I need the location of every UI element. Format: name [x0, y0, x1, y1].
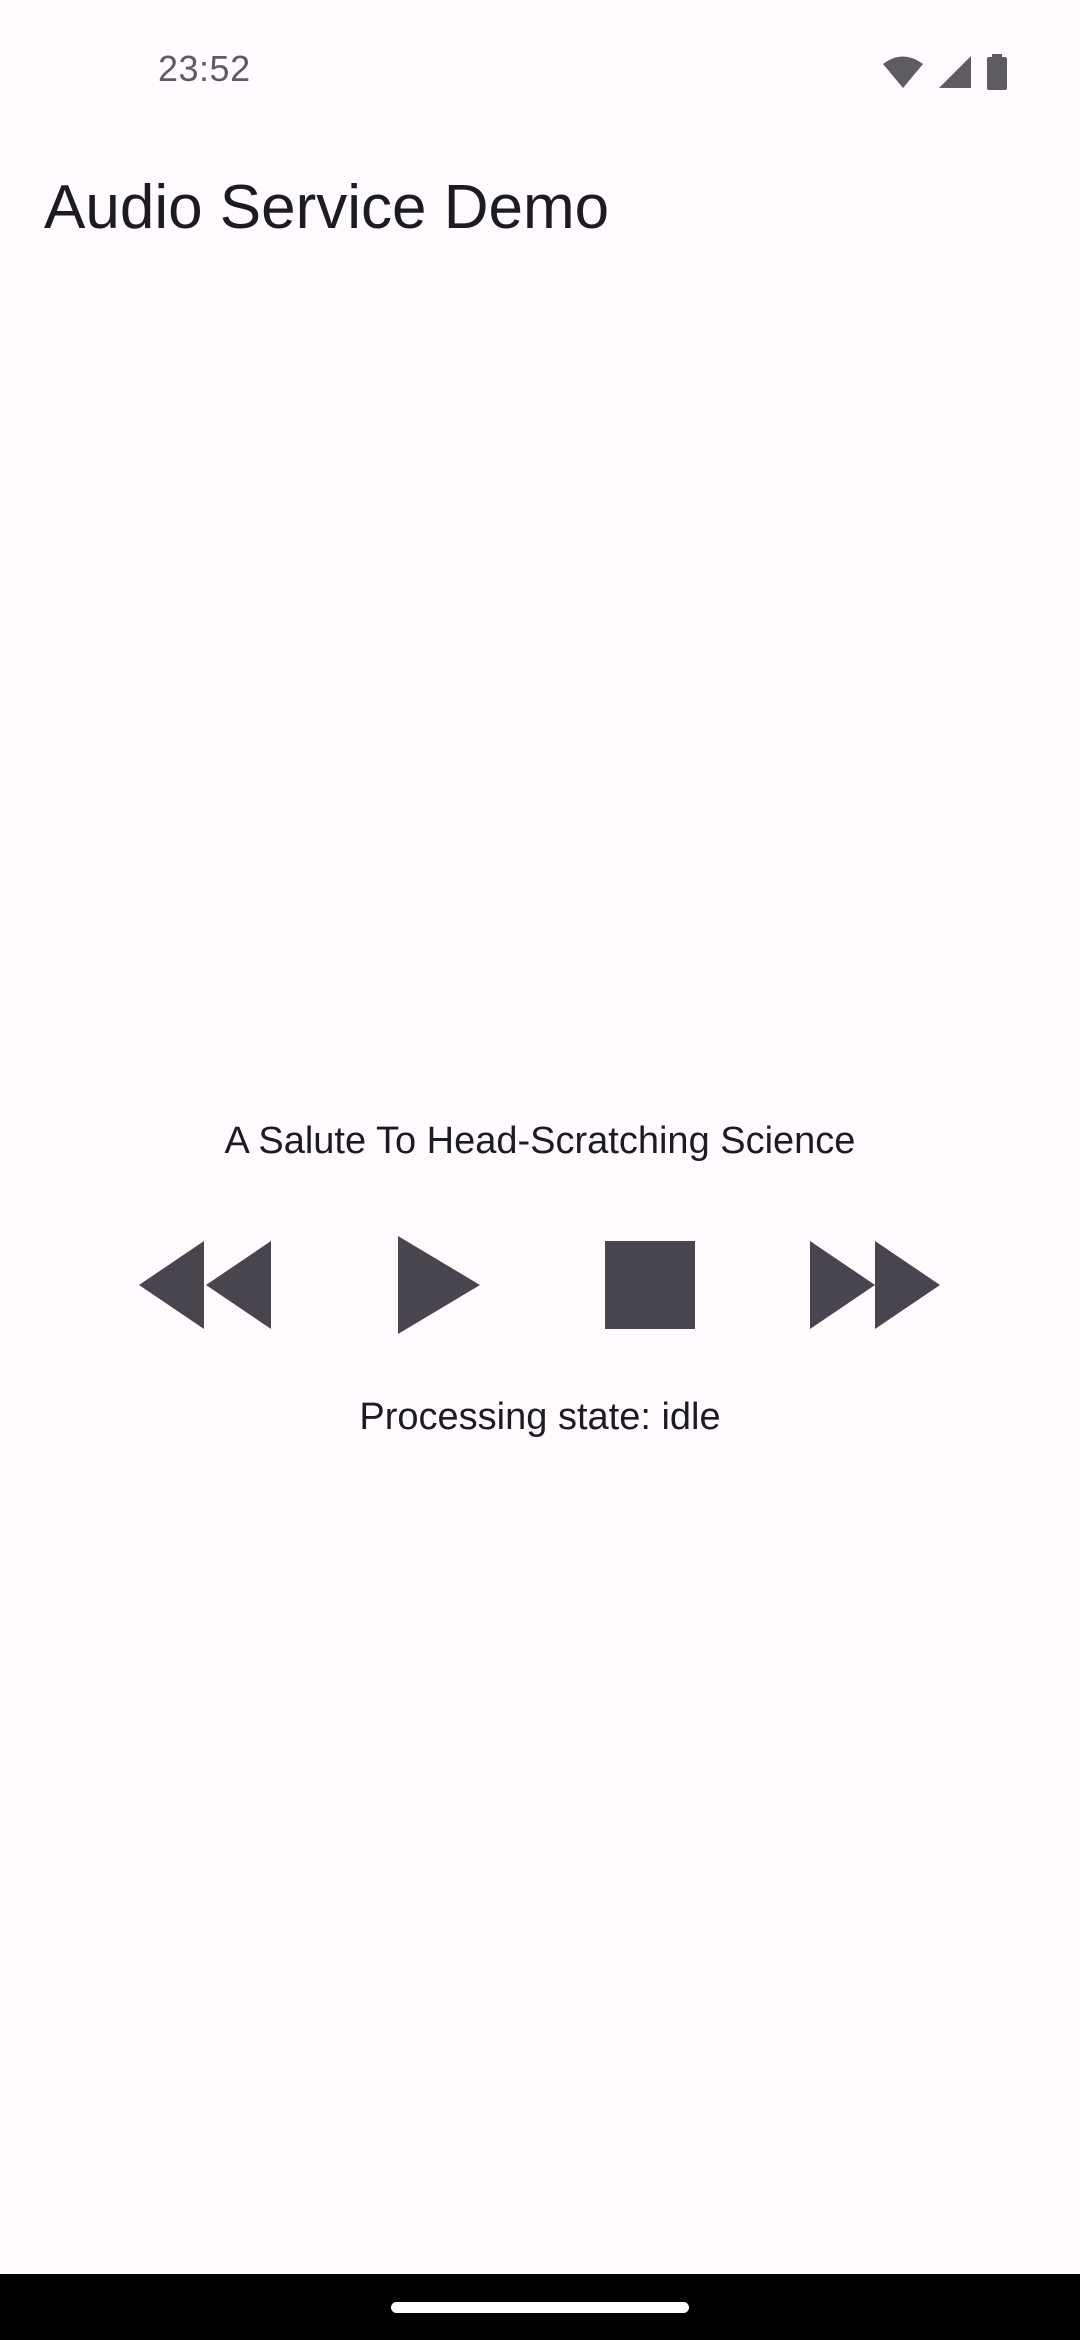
status-time: 23:52	[158, 48, 251, 89]
app-title: Audio Service Demo	[44, 173, 610, 242]
fast-forward-icon	[810, 1241, 940, 1329]
rewind-icon	[139, 1241, 271, 1329]
stop-icon	[605, 1241, 695, 1329]
fast-forward-button[interactable]	[800, 1225, 950, 1345]
track-title: A Salute To Head-Scratching Science	[224, 1120, 856, 1162]
battery-icon	[986, 54, 1008, 90]
processing-state: Processing state: idle	[359, 1396, 721, 1438]
play-icon	[398, 1236, 480, 1334]
home-gesture-handle[interactable]	[391, 2302, 689, 2313]
wifi-icon	[882, 55, 924, 89]
rewind-button[interactable]	[130, 1225, 280, 1345]
cellular-signal-icon	[938, 55, 972, 89]
navigation-bar	[0, 2274, 1080, 2340]
play-button[interactable]	[364, 1225, 514, 1345]
status-icons	[882, 52, 1008, 92]
stop-button[interactable]	[575, 1225, 725, 1345]
playback-controls	[0, 1225, 1080, 1345]
screen: 23:52 Audio Service Demo A Salute To Hea…	[0, 0, 1080, 2340]
status-bar: 23:52	[0, 0, 1080, 140]
